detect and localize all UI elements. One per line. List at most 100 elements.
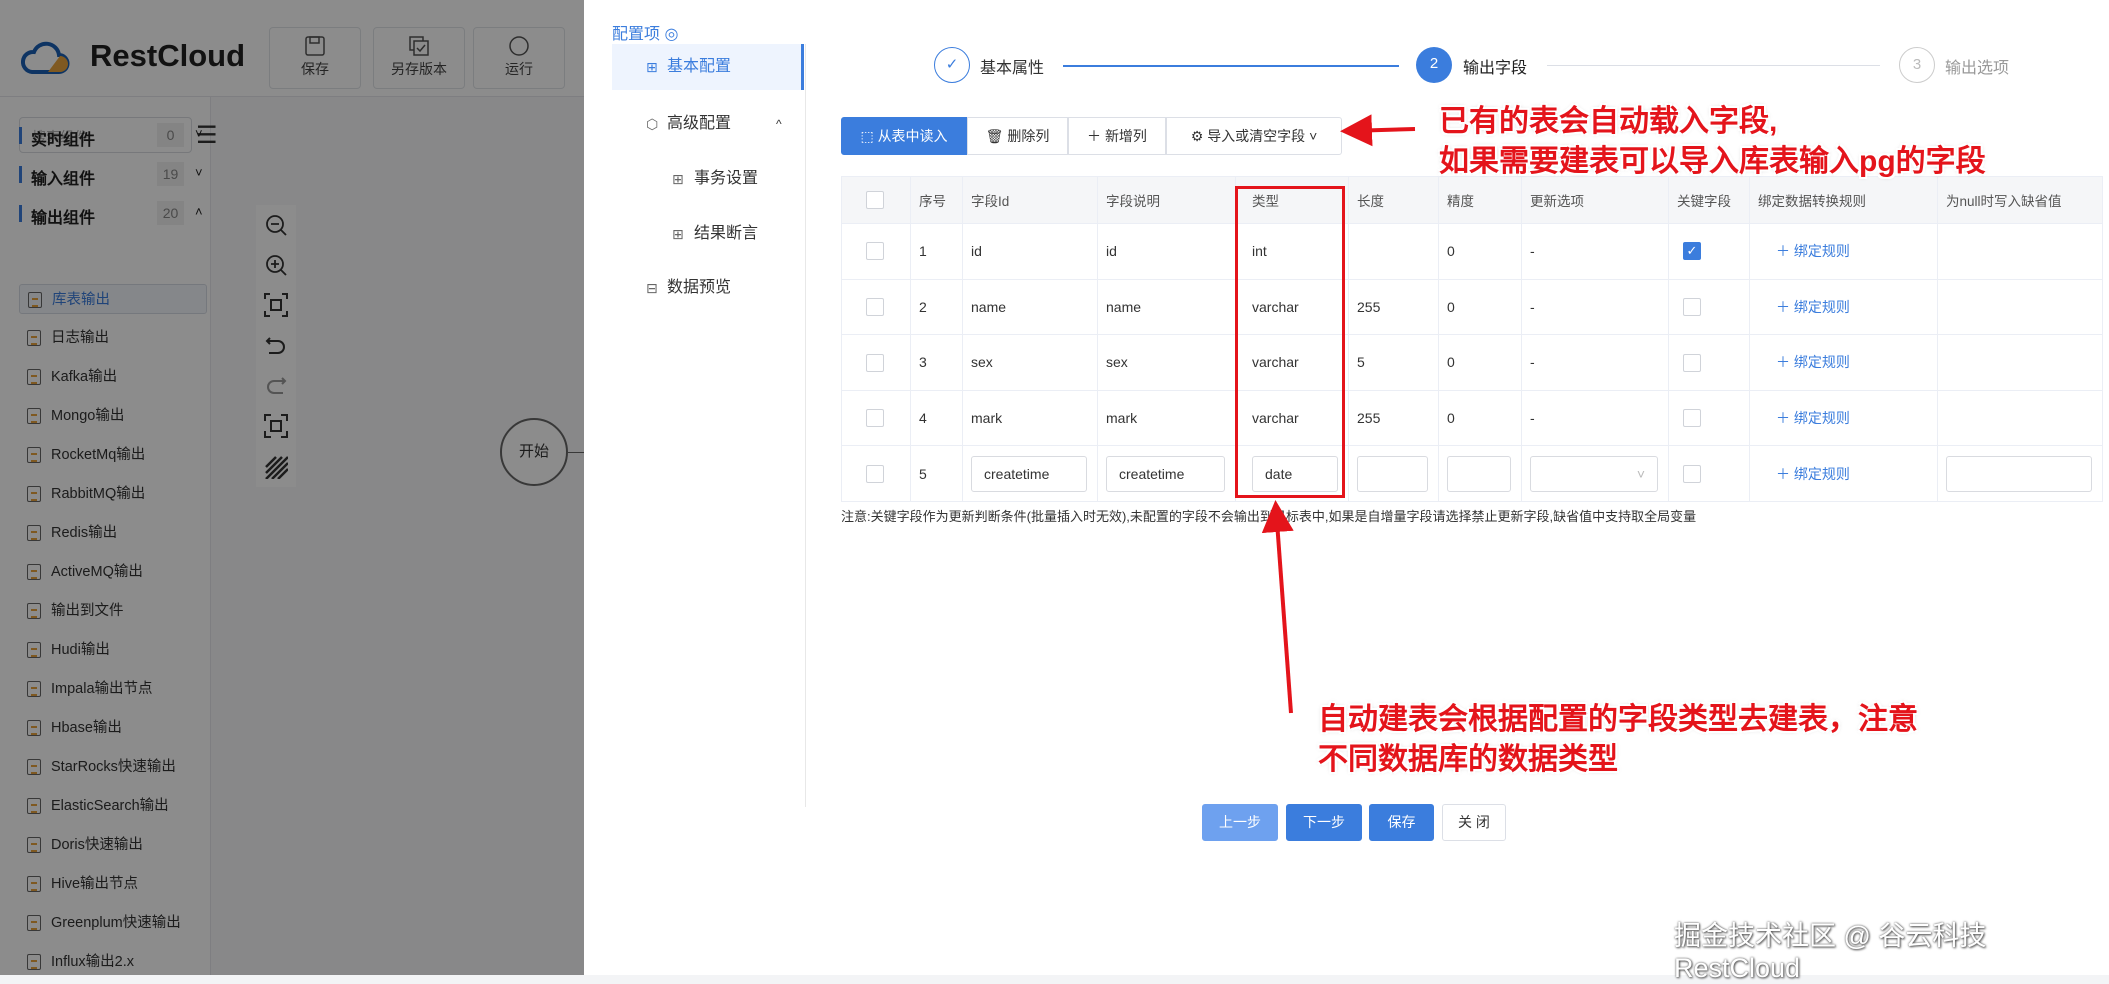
menu-label: 数据预览 [667,265,731,311]
menu-advanced-config[interactable]: ⬡高级配置^ [612,101,804,147]
null-default-cell [1938,335,2103,391]
row-select-checkbox[interactable] [866,242,884,260]
annotation-line: 已有的表会自动载入字段, [1439,102,1986,142]
bind-rule-label: 绑定规则 [1794,466,1850,482]
header-length: 长度 [1349,177,1439,224]
row-select-checkbox[interactable] [866,354,884,372]
length-input[interactable] [1357,456,1428,492]
modal-overlay[interactable] [0,0,584,975]
table-header-row: 序号 字段Id 字段说明 类型 长度 精度 更新选项 关键字段 绑定数据转换规则… [842,177,2103,224]
menu-transaction-settings[interactable]: ⊞ 事务设置 [612,156,804,202]
menu-label: 结果断言 [694,211,758,257]
plus-icon: ＋ [1776,410,1794,426]
menu-result-assertion[interactable]: ⊞ 结果断言 [612,211,804,257]
select-all-checkbox[interactable] [866,191,884,209]
row-no: 4 [911,390,963,446]
step-3-label[interactable]: 输出选项 [1945,54,2009,78]
update-option-cell: - [1522,390,1669,446]
row-no: 3 [911,335,963,391]
field-id-cell: id [963,224,1098,280]
key-field-checkbox[interactable] [1683,465,1701,483]
step-1-label[interactable]: 基本属性 [980,54,1044,78]
menu-data-preview[interactable]: ⊟数据预览 [612,265,804,311]
annotation-top: 已有的表会自动载入字段,如果需要建表可以导入库表输入pg的字段 [1439,102,1986,182]
header-key-field: 关键字段 [1669,177,1750,224]
menu-label: 事务设置 [694,156,758,202]
plus-icon: ＋ [1776,466,1794,482]
bind-rule-label: 绑定规则 [1794,410,1850,426]
bind-rule-link[interactable]: ＋ 绑定规则 [1776,243,1850,259]
prev-step-button[interactable]: 上一步 [1202,804,1278,841]
menu-basic-config[interactable]: ⊞基本配置 [612,44,804,90]
close-button[interactable]: 关 闭 [1442,804,1506,841]
plus-icon: ＋ [1776,243,1794,259]
menu-label: 高级配置 [667,101,731,147]
annotation-line: 自动建表会根据配置的字段类型去建表，注意 [1318,700,1918,740]
next-step-button[interactable]: 下一步 [1286,804,1362,841]
null-default-input[interactable] [1946,456,2092,492]
field-desc-cell: name [1098,279,1236,335]
field-desc-cell: mark [1098,390,1236,446]
header-field-desc: 字段说明 [1098,177,1236,224]
row-select-checkbox[interactable] [866,409,884,427]
key-field-checkbox[interactable]: ✓ [1683,242,1701,260]
add-column-button[interactable]: ＋ 新增列 [1068,117,1166,155]
chevron-up-icon: ^ [776,101,782,147]
annotation-line: 如果需要建表可以导入库表输入pg的字段 [1439,142,1986,182]
row-no: 1 [911,224,963,280]
annotation-bottom: 自动建表会根据配置的字段类型去建表，注意不同数据库的数据类型 [1318,700,1918,780]
button-label: 新增列 [1105,128,1147,144]
import-clear-fields-dropdown[interactable]: ⚙ 导入或清空字段 ˅ [1166,117,1342,155]
bind-rule-label: 绑定规则 [1794,354,1850,370]
menu-label: 基本配置 [667,44,731,90]
null-default-cell [1938,279,2103,335]
step-1-check-icon[interactable]: ✓ [934,47,970,83]
field-id-value: createtime [984,466,1049,482]
menu-divider [805,44,806,807]
watermark: 掘金技术社区 @ 谷云科技RestCloud [1674,914,2109,984]
key-field-checkbox[interactable] [1683,354,1701,372]
trash-icon: 🗑 [986,128,1008,144]
row-select-checkbox[interactable] [866,465,884,483]
save-button[interactable]: 保存 [1369,804,1434,841]
step-3-circle[interactable]: 3 [1899,47,1935,83]
header-bind-rule: 绑定数据转换规则 [1750,177,1938,224]
plus-icon: ＋ [1776,299,1794,315]
step-2-label[interactable]: 输出字段 [1463,54,1527,78]
precision-cell: 0 [1439,335,1522,391]
field-id-cell: sex [963,335,1098,391]
arrow-to-type-column [1276,508,1291,713]
settings-circle-icon: ◎ [664,26,678,43]
header-update-option: 更新选项 [1522,177,1669,224]
read-from-table-button[interactable]: ⬚ 从表中读入 [841,117,967,155]
bind-rule-link[interactable]: ＋ 绑定规则 [1776,299,1850,315]
fields-table: 序号 字段Id 字段说明 类型 长度 精度 更新选项 关键字段 绑定数据转换规则… [841,176,2103,502]
row-select-checkbox[interactable] [866,298,884,316]
table-row: 4markmarkvarchar2550-＋ 绑定规则 [842,390,2103,446]
field-id-input[interactable]: createtime [971,456,1087,492]
update-option-select[interactable]: ˅ [1530,456,1658,492]
precision-cell: 0 [1439,279,1522,335]
config-title: 配置项 ◎ [612,20,678,44]
grid-icon: ⊞ [672,211,686,225]
bind-rule-link[interactable]: ＋ 绑定规则 [1776,354,1850,370]
grid-icon: ⊞ [672,156,686,170]
precision-input[interactable] [1447,456,1511,492]
chevron-down-icon: ˅ [1637,466,1645,482]
null-default-cell [1938,390,2103,446]
key-field-checkbox[interactable] [1683,298,1701,316]
bind-rule-link[interactable]: ＋ 绑定规则 [1776,466,1850,482]
arrow-to-import-button [1348,129,1415,131]
button-label: 删除列 [1007,128,1049,144]
config-drawer: 配置项 ◎ ⊞基本配置 ⬡高级配置^ ⊞事务设置 ⊞结果断言 ⊟数据预览 ✓ 基… [584,0,2109,975]
select-icon: ⬚ [860,128,877,144]
update-option-cell: - [1522,335,1669,391]
bind-rule-link[interactable]: ＋ 绑定规则 [1776,410,1850,426]
field-desc-input[interactable]: createtime [1106,456,1225,492]
row-no: 5 [911,446,963,502]
step-2-circle[interactable]: 2 [1416,47,1452,83]
delete-column-button[interactable]: 🗑 删除列 [967,117,1068,155]
update-option-cell: - [1522,224,1669,280]
key-field-checkbox[interactable] [1683,409,1701,427]
field-desc-cell: sex [1098,335,1236,391]
